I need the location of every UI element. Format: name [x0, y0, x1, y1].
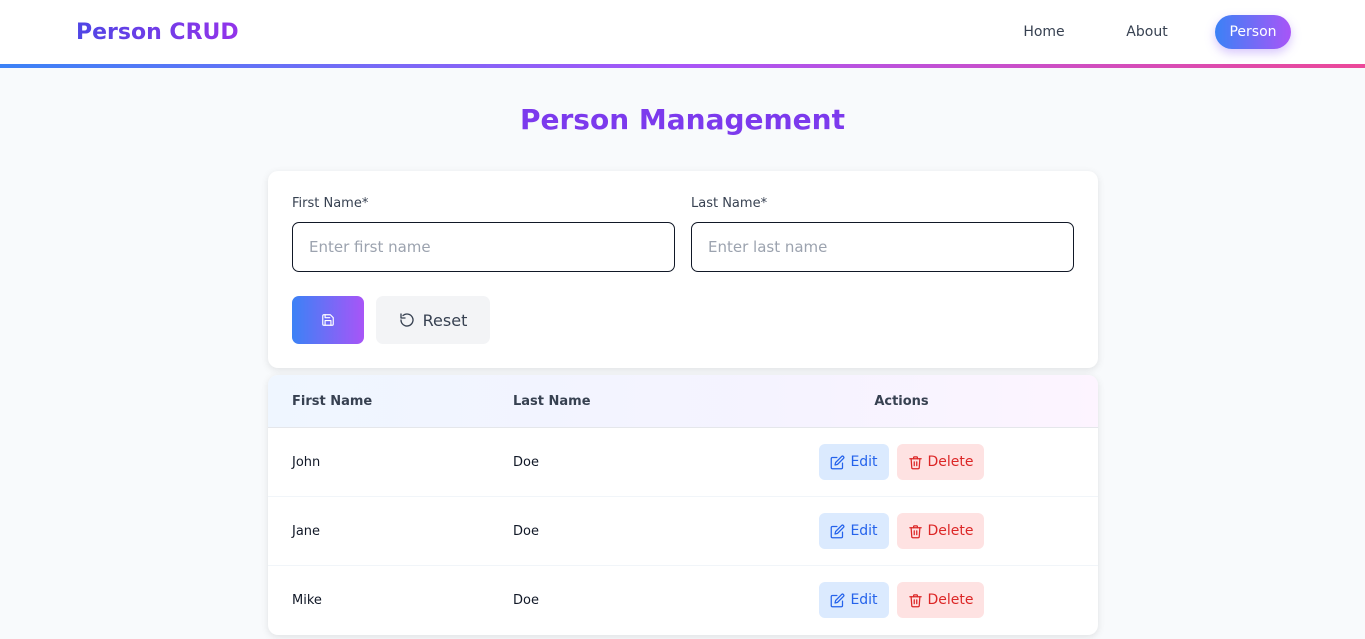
- person-table: First Name Last Name Actions John Doe Ed…: [268, 375, 1098, 635]
- cell-first-name: John: [292, 455, 321, 470]
- delete-button[interactable]: Delete: [897, 582, 984, 618]
- table-row: John Doe Edit Delete: [268, 428, 1098, 497]
- last-name-label: Last Name*: [691, 196, 768, 211]
- column-header-last-name: Last Name: [513, 394, 591, 409]
- table-row: Jane Doe Edit Delete: [268, 497, 1098, 566]
- reset-button[interactable]: Reset: [376, 296, 490, 344]
- edit-button-label: Edit: [850, 592, 878, 608]
- edit-icon: [830, 455, 845, 470]
- table-row: Mike Doe Edit Delete: [268, 566, 1098, 635]
- edit-button[interactable]: Edit: [819, 444, 889, 480]
- nav-link-person[interactable]: Person: [1215, 15, 1291, 49]
- delete-button[interactable]: Delete: [897, 444, 984, 480]
- edit-button[interactable]: Edit: [819, 582, 889, 618]
- cell-first-name: Mike: [292, 593, 322, 608]
- navbar-accent-bar: [0, 64, 1365, 68]
- edit-button-label: Edit: [850, 523, 878, 539]
- edit-button[interactable]: Edit: [819, 513, 889, 549]
- nav-link-home[interactable]: Home: [1010, 15, 1078, 49]
- edit-icon: [830, 593, 845, 608]
- trash-icon: [908, 593, 923, 608]
- brand-logo[interactable]: Person CRUD: [76, 18, 239, 48]
- delete-button[interactable]: Delete: [897, 513, 984, 549]
- edit-button-label: Edit: [850, 454, 878, 470]
- cell-last-name: Doe: [513, 524, 539, 539]
- column-header-first-name: First Name: [292, 394, 373, 409]
- trash-icon: [908, 524, 923, 539]
- table-header: First Name Last Name Actions: [268, 375, 1098, 428]
- save-icon: [321, 313, 335, 327]
- delete-button-label: Delete: [927, 454, 974, 470]
- column-header-actions: Actions: [874, 394, 929, 409]
- save-button[interactable]: [292, 296, 364, 344]
- person-form: First Name* Last Name* Reset: [268, 171, 1098, 368]
- reset-button-label: Reset: [422, 310, 468, 330]
- navbar: Person CRUD Home About Person: [0, 0, 1365, 68]
- last-name-input[interactable]: [691, 222, 1074, 272]
- page-title: Person Management: [519, 103, 845, 136]
- edit-icon: [830, 524, 845, 539]
- delete-button-label: Delete: [927, 523, 974, 539]
- refresh-icon: [399, 312, 415, 328]
- cell-first-name: Jane: [292, 524, 321, 539]
- first-name-label: First Name*: [292, 196, 369, 211]
- trash-icon: [908, 455, 923, 470]
- cell-last-name: Doe: [513, 455, 539, 470]
- nav-link-about[interactable]: About: [1112, 15, 1182, 49]
- cell-last-name: Doe: [513, 593, 539, 608]
- first-name-input[interactable]: [292, 222, 675, 272]
- delete-button-label: Delete: [927, 592, 974, 608]
